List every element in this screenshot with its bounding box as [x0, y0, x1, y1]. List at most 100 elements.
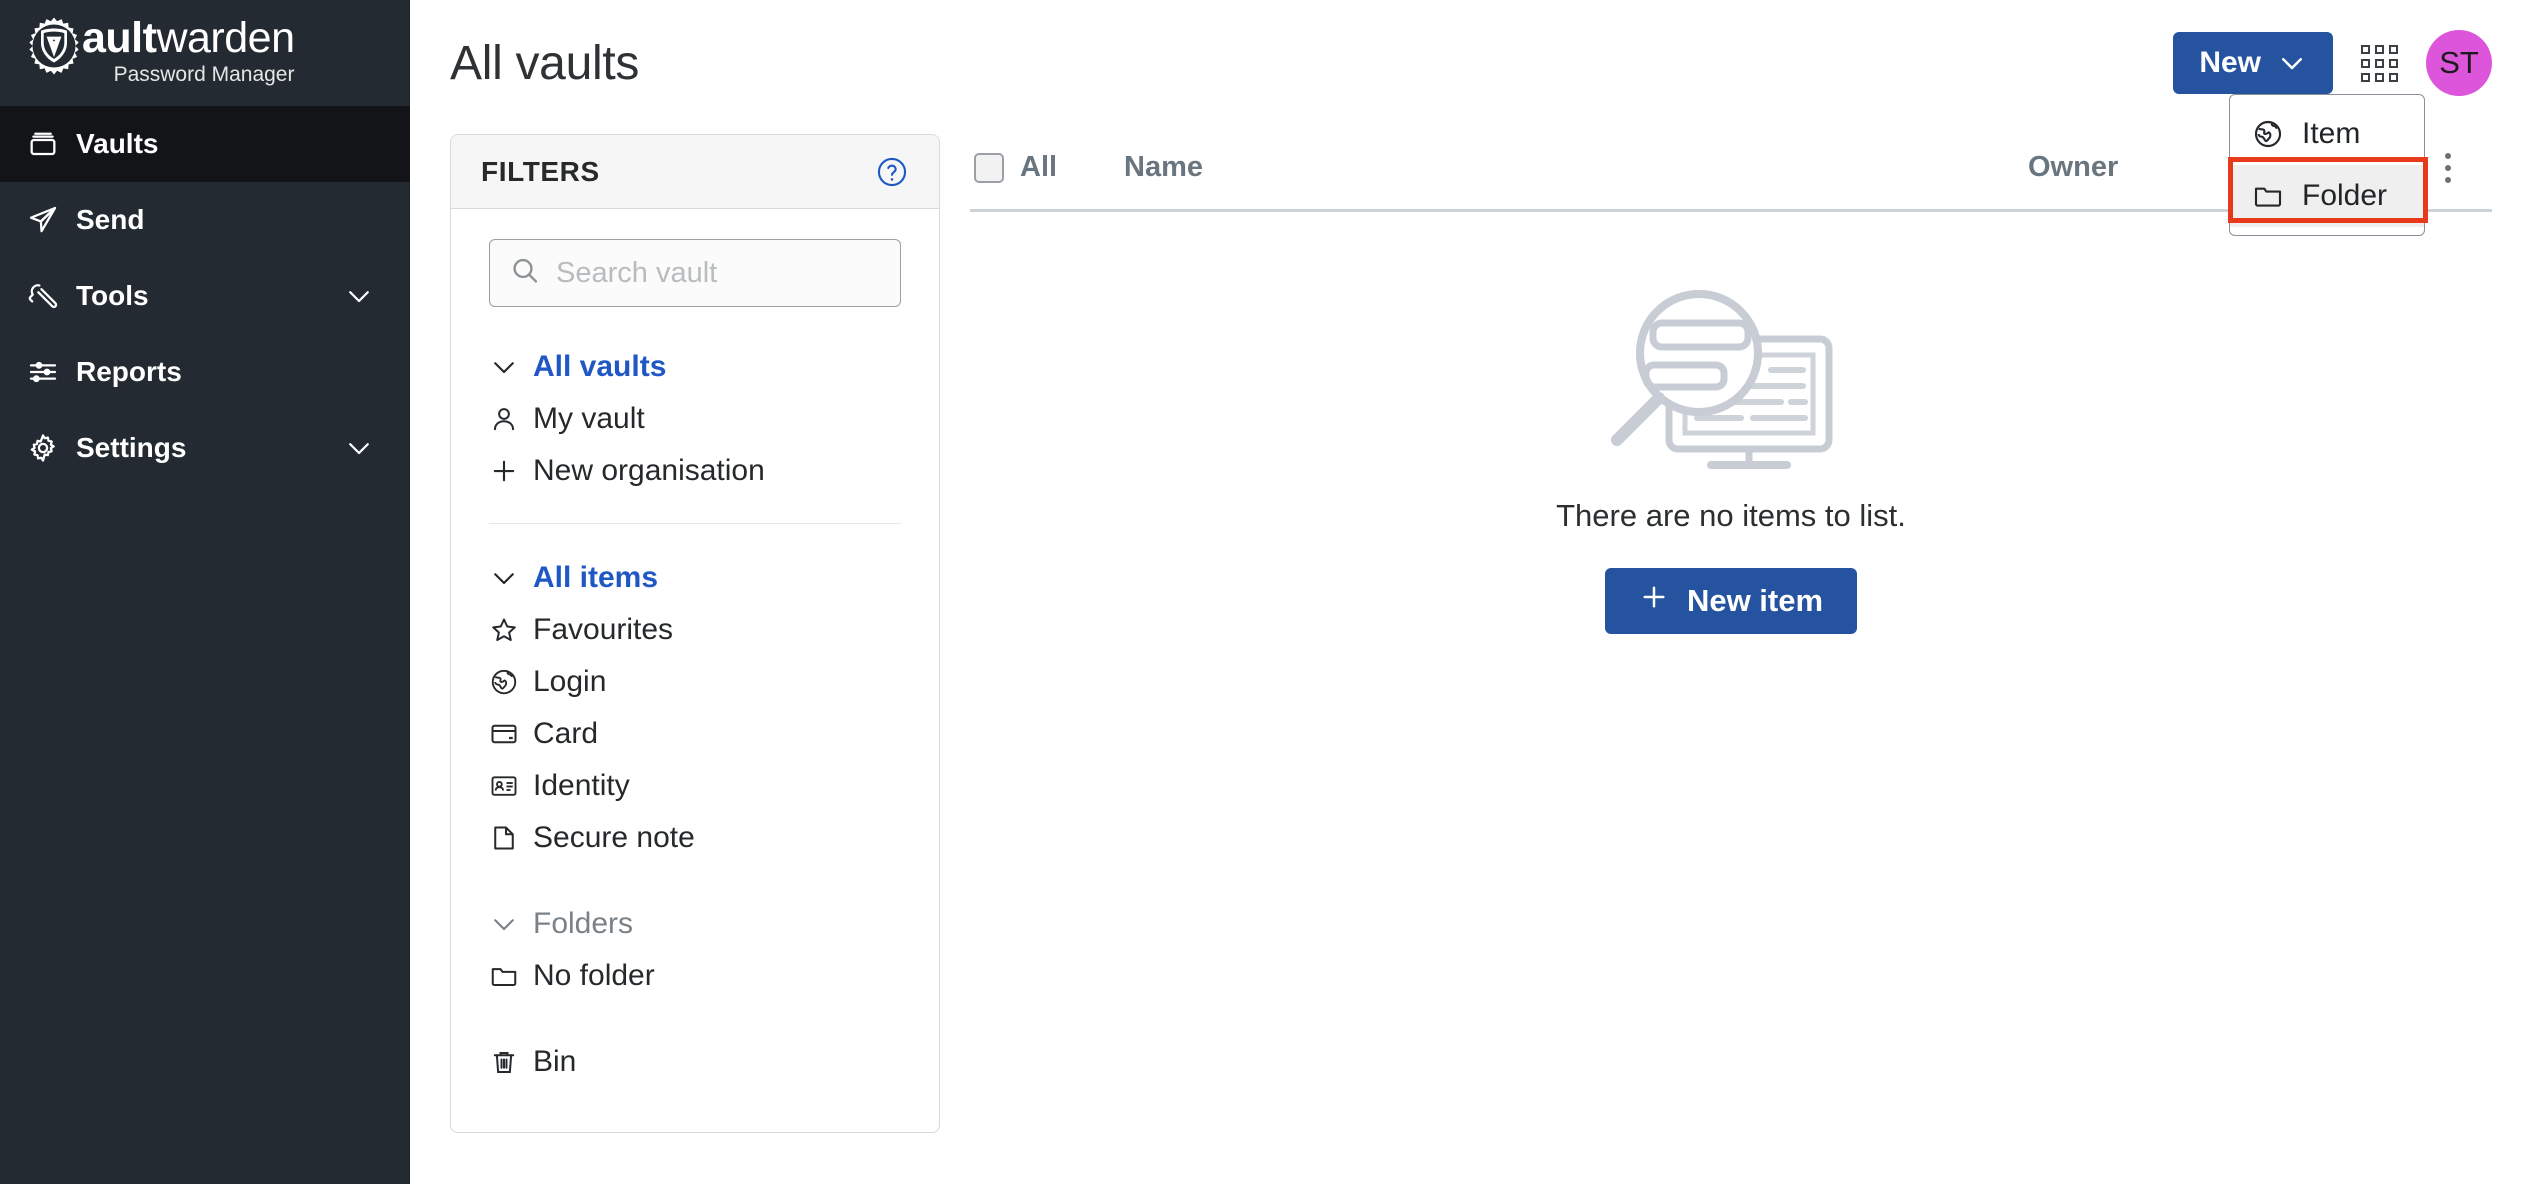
search-input[interactable] [489, 239, 901, 307]
filter-label: Login [533, 665, 607, 698]
send-icon [26, 203, 60, 237]
empty-state-message: There are no items to list. [1556, 498, 1906, 533]
filter-label: Secure note [533, 821, 695, 854]
topbar-actions: New ST [2173, 30, 2492, 96]
filter-label: All vaults [533, 350, 667, 383]
column-header-name[interactable]: Name [1124, 151, 2028, 184]
new-menu-item-label: Folder [2302, 179, 2388, 212]
globe-icon [2252, 118, 2286, 150]
vault-icon [26, 127, 60, 161]
filter-all-vaults[interactable]: All vaults [489, 341, 901, 393]
brand-tagline: Password Manager [113, 63, 295, 86]
sliders-icon [26, 355, 60, 389]
brand-logo-block[interactable]: aultwarden Password Manager [0, 0, 410, 106]
filter-all-items[interactable]: All items [489, 552, 901, 604]
trash-icon [489, 1047, 533, 1077]
chevron-down-icon [2277, 48, 2307, 78]
sidebar-item-send[interactable]: Send [0, 182, 410, 258]
sidebar-item-tools[interactable]: Tools [0, 258, 410, 334]
new-item-button-label: New item [1686, 583, 1824, 618]
select-all-label: All [1020, 151, 1058, 183]
select-all-checkbox[interactable] [974, 152, 1004, 183]
no-items-illustration-icon [1581, 272, 1881, 472]
topbar: All vaults New ST Item Folder [410, 0, 2522, 236]
filters-divider [489, 523, 901, 524]
search-vault-wrapper [489, 239, 901, 307]
chevron-down-icon[interactable] [342, 279, 376, 313]
new-menu-item-item[interactable]: Item [2230, 103, 2424, 165]
vaultwarden-app: aultwarden Password Manager Vaults Send … [0, 0, 2522, 1184]
filter-label: My vault [533, 402, 645, 435]
filter-card[interactable]: Card [489, 708, 901, 760]
identity-icon [489, 771, 533, 801]
gear-icon [26, 431, 60, 465]
filters-title: FILTERS [481, 155, 600, 187]
filter-label: Bin [533, 1045, 577, 1078]
filter-bin[interactable]: Bin [489, 1036, 901, 1088]
filter-favourites[interactable]: Favourites [489, 604, 901, 656]
sidebar-item-label: Reports [76, 356, 182, 387]
plus-icon [489, 456, 533, 486]
new-dropdown-menu: Item Folder [2228, 94, 2428, 236]
star-icon [489, 615, 533, 645]
apps-grid-icon[interactable] [2361, 44, 2398, 82]
bin-filter-group: Bin [489, 1036, 901, 1088]
filter-my-vault[interactable]: My vault [489, 393, 901, 445]
plus-icon [1639, 582, 1669, 620]
chevron-down-icon [489, 909, 533, 939]
item-filter-group: All items Favourites Login Card Identity… [489, 552, 901, 864]
sidebar-item-label: Send [76, 204, 145, 235]
new-item-button[interactable]: New item [1604, 568, 1858, 634]
filter-identity[interactable]: Identity [489, 760, 901, 812]
filter-folders[interactable]: Folders [489, 898, 901, 950]
sidebar-item-label: Vaults [76, 128, 159, 159]
wrench-icon [26, 279, 60, 313]
filter-login[interactable]: Login [489, 656, 901, 708]
note-icon [489, 823, 533, 853]
filter-no-folder[interactable]: No folder [489, 950, 901, 1002]
filter-label: Favourites [533, 613, 674, 646]
new-menu-item-folder[interactable]: Folder [2230, 165, 2424, 227]
sidebar-item-settings[interactable]: Settings [0, 410, 410, 486]
filter-new-organisation[interactable]: New organisation [489, 445, 901, 497]
page-title: All vaults [450, 36, 640, 90]
vault-filter-group: All vaults My vault New organisation [489, 341, 901, 497]
sidebar-item-vaults[interactable]: Vaults [0, 106, 410, 182]
brand-text: aultwarden Password Manager [82, 14, 295, 88]
sidebar-nav: Vaults Send Tools Reports Settings [0, 106, 410, 486]
new-menu-item-label: Item [2302, 117, 2361, 150]
folder-icon [489, 961, 533, 991]
select-all-column: All [974, 151, 1124, 184]
brand-name-bold: ault [82, 14, 157, 62]
filters-header: FILTERS [451, 135, 939, 209]
sidebar-item-reports[interactable]: Reports [0, 334, 410, 410]
filter-label: Identity [533, 769, 630, 802]
filter-secure-note[interactable]: Secure note [489, 812, 901, 864]
vaultwarden-logo-icon [22, 16, 86, 80]
filter-label: New organisation [533, 454, 765, 487]
sidebar: aultwarden Password Manager Vaults Send … [0, 0, 410, 1184]
filter-label: No folder [533, 959, 655, 992]
avatar[interactable]: ST [2426, 30, 2492, 96]
brand-name: aultwarden [82, 14, 295, 62]
empty-state: There are no items to list. New item [970, 212, 2492, 634]
card-icon [489, 719, 533, 749]
main-area: All vaults New ST Item Folder FILTERS Se… [410, 0, 2522, 1184]
new-button-label: New [2199, 46, 2261, 79]
folder-icon [2252, 180, 2286, 212]
question-circle-icon[interactable] [875, 155, 909, 189]
avatar-initials: ST [2439, 45, 2479, 80]
vault-items-table: All Name Owner There are no items to lis… [940, 126, 2522, 1133]
filter-label: Folders [533, 907, 634, 940]
sidebar-item-label: Tools [76, 280, 149, 311]
new-button[interactable]: New [2173, 32, 2333, 94]
chevron-down-icon[interactable] [342, 431, 376, 465]
brand-name-light: warden [156, 14, 295, 62]
filters-body: All vaults My vault [451, 209, 939, 1132]
kebab-menu-icon [2445, 152, 2451, 183]
folder-filter-group: Folders No folder [489, 898, 901, 1002]
filter-label: All items [533, 561, 659, 594]
chevron-down-icon [489, 563, 533, 593]
